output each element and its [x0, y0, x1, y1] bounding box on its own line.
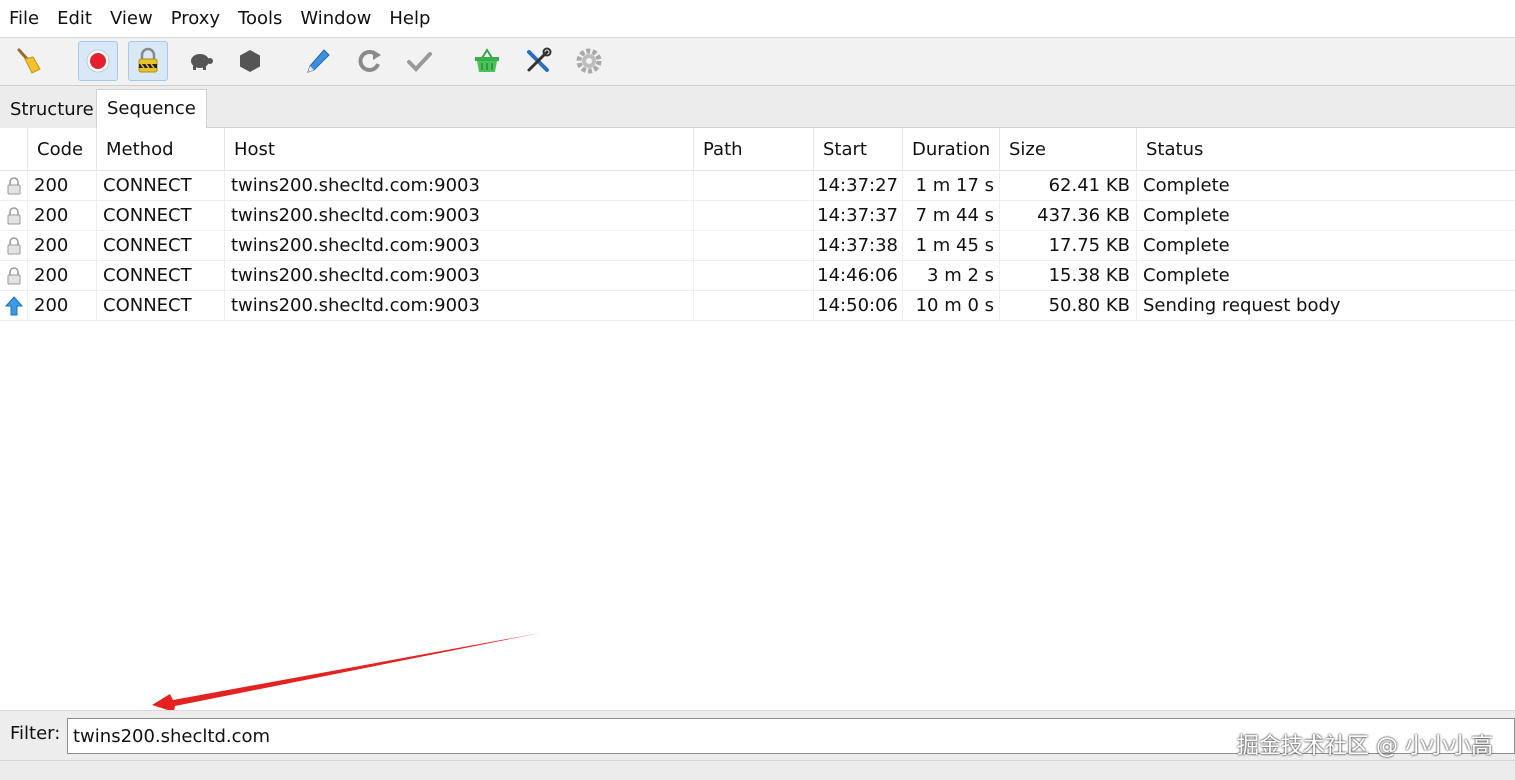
- menu-window[interactable]: Window: [291, 0, 380, 38]
- table-row[interactable]: 200 CONNECT twins200.shecltd.com:9003 14…: [0, 231, 1515, 261]
- column-header-status[interactable]: Status: [1137, 128, 1515, 170]
- cell-path: [694, 231, 814, 261]
- cell-method: CONNECT: [97, 201, 225, 231]
- column-header-path[interactable]: Path: [694, 128, 814, 170]
- cell-method: CONNECT: [97, 231, 225, 261]
- repeat-button[interactable]: [349, 41, 389, 81]
- table-row[interactable]: 200 CONNECT twins200.shecltd.com:9003 14…: [0, 201, 1515, 231]
- shopping-basket-button[interactable]: [467, 41, 507, 81]
- cell-status: Complete: [1143, 205, 1230, 226]
- tools-button[interactable]: [518, 41, 558, 81]
- cell-code: 200: [28, 201, 97, 231]
- table-row[interactable]: 200 CONNECT twins200.shecltd.com:9003 14…: [0, 261, 1515, 291]
- broom-icon: [17, 48, 41, 74]
- watermark-text: 掘金技术社区 @ 小小小高: [1237, 734, 1493, 759]
- cell-path: [694, 171, 814, 201]
- cell-duration: 1 m 45 s: [903, 231, 1000, 261]
- cell-status: Sending request body: [1143, 295, 1341, 316]
- lock-icon: [7, 177, 20, 195]
- menu-edit[interactable]: Edit: [48, 0, 101, 38]
- cell-code: 200: [28, 171, 97, 201]
- cell-status: Complete: [1143, 175, 1230, 196]
- column-header-host[interactable]: Host: [225, 128, 694, 170]
- settings-gear-icon: [576, 48, 602, 74]
- lock-icon: [7, 267, 20, 285]
- breakpoints-button[interactable]: [230, 41, 270, 81]
- cell-method: CONNECT: [97, 171, 225, 201]
- tab-sequence[interactable]: Sequence: [96, 89, 207, 129]
- record-button[interactable]: [78, 41, 118, 81]
- cell-size: 17.75 KB: [1000, 231, 1137, 261]
- cell-method: CONNECT: [97, 291, 225, 321]
- cell-start: 14:37:37: [814, 201, 903, 231]
- sessions-table: Code Method Host Path Start Duration Siz…: [0, 128, 1515, 321]
- cell-start: 14:46:06: [814, 261, 903, 291]
- throttle-turtle-icon: [191, 54, 213, 70]
- cell-host: twins200.shecltd.com:9003: [225, 291, 694, 321]
- column-header-code[interactable]: Code: [28, 128, 97, 170]
- validate-button[interactable]: [399, 41, 439, 81]
- throttle-button[interactable]: [180, 41, 220, 81]
- column-header-size[interactable]: Size: [1000, 128, 1137, 170]
- cell-size: 62.41 KB: [1000, 171, 1137, 201]
- validate-check-icon: [407, 52, 432, 72]
- cell-code: 200: [28, 291, 97, 321]
- compose-button[interactable]: [298, 41, 338, 81]
- filter-label: Filter:: [10, 723, 61, 744]
- column-header-duration[interactable]: Duration: [903, 128, 1000, 170]
- column-header-start[interactable]: Start: [814, 128, 903, 170]
- ssl-proxy-button[interactable]: [128, 41, 168, 81]
- lock-icon: [7, 207, 20, 225]
- tools-icon: [527, 47, 552, 72]
- table-row[interactable]: 200 CONNECT twins200.shecltd.com:9003 14…: [0, 171, 1515, 201]
- column-header-method[interactable]: Method: [97, 128, 225, 170]
- table-header: Code Method Host Path Start Duration Siz…: [0, 128, 1515, 171]
- cell-path: [694, 261, 814, 291]
- record-icon: [86, 49, 110, 73]
- column-header-icon[interactable]: [0, 128, 28, 170]
- cell-size: 50.80 KB: [1000, 291, 1137, 321]
- settings-button[interactable]: [569, 41, 609, 81]
- repeat-icon: [358, 50, 381, 72]
- cell-path: [694, 201, 814, 231]
- menu-proxy[interactable]: Proxy: [162, 0, 229, 38]
- cell-duration: 7 m 44 s: [903, 201, 1000, 231]
- menu-bar: File Edit View Proxy Tools Window Help: [0, 0, 1515, 38]
- toolbar: [0, 38, 1515, 86]
- cell-size: 437.36 KB: [1000, 201, 1137, 231]
- breakpoint-hexagon-icon: [240, 50, 260, 72]
- cell-duration: 3 m 2 s: [903, 261, 1000, 291]
- menu-tools[interactable]: Tools: [229, 0, 291, 38]
- menu-help[interactable]: Help: [380, 0, 439, 38]
- cell-path: [694, 291, 814, 321]
- cell-start: 14:37:27: [814, 171, 903, 201]
- cell-host: twins200.shecltd.com:9003: [225, 171, 694, 201]
- view-tabs: Structure Sequence: [0, 86, 1515, 129]
- ssl-proxy-icon: [138, 47, 158, 73]
- compose-pen-icon: [307, 49, 330, 73]
- menu-view[interactable]: View: [101, 0, 162, 38]
- cell-start: 14:37:38: [814, 231, 903, 261]
- cell-code: 200: [28, 261, 97, 291]
- cell-status: Complete: [1143, 265, 1230, 286]
- upload-arrow-icon: [4, 296, 23, 316]
- cell-host: twins200.shecltd.com:9003: [225, 231, 694, 261]
- cell-duration: 10 m 0 s: [903, 291, 1000, 321]
- cell-method: CONNECT: [97, 261, 225, 291]
- table-row[interactable]: 200 CONNECT twins200.shecltd.com:9003 14…: [0, 291, 1515, 321]
- cell-duration: 1 m 17 s: [903, 171, 1000, 201]
- tab-structure[interactable]: Structure: [0, 92, 105, 128]
- cell-host: twins200.shecltd.com:9003: [225, 261, 694, 291]
- cell-size: 15.38 KB: [1000, 261, 1137, 291]
- lock-icon: [7, 237, 20, 255]
- cell-start: 14:50:06: [814, 291, 903, 321]
- cell-status: Complete: [1143, 235, 1230, 256]
- menu-file[interactable]: File: [0, 0, 48, 38]
- basket-icon: [475, 48, 499, 72]
- clear-button[interactable]: [8, 41, 48, 81]
- cell-host: twins200.shecltd.com:9003: [225, 201, 694, 231]
- cell-code: 200: [28, 231, 97, 261]
- status-bar: [0, 760, 1515, 780]
